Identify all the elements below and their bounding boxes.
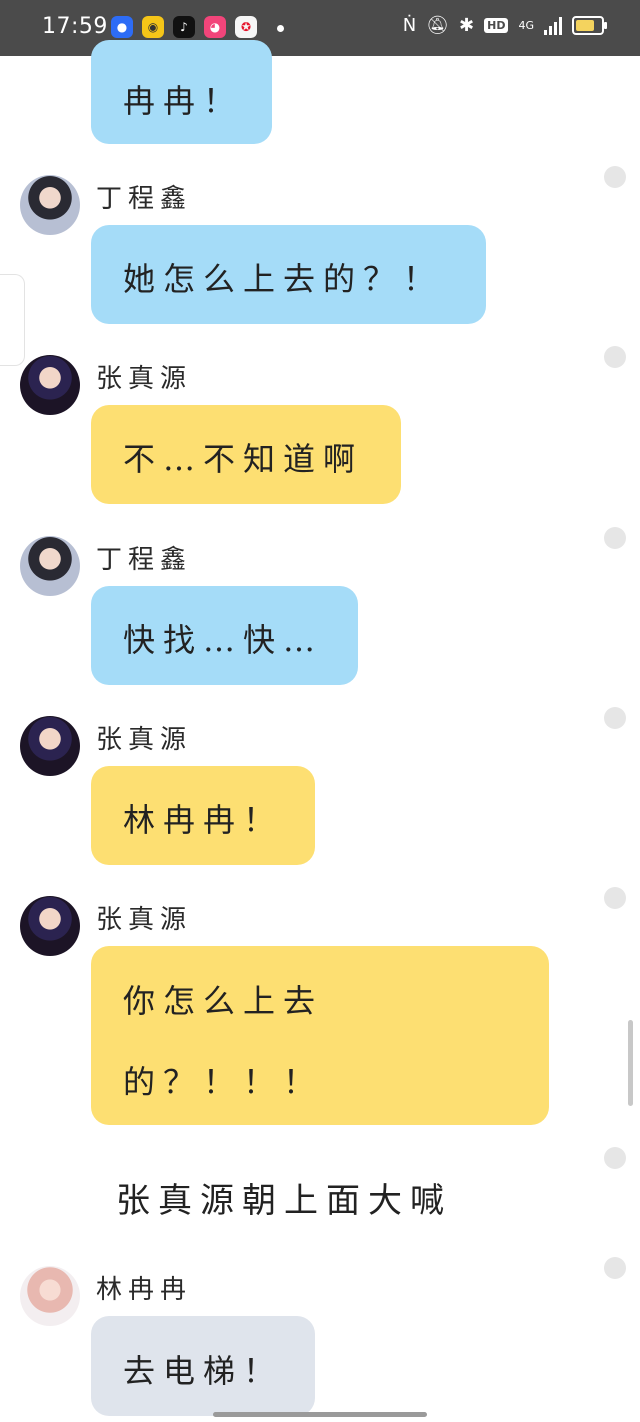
speaker-name: 张真源 — [96, 725, 193, 755]
bluetooth-icon: ✱ — [459, 15, 475, 36]
scrollbar[interactable] — [628, 1020, 633, 1106]
message-bubble: 你怎么上去 的？！！！ — [91, 946, 549, 1125]
message-text: 冉冉！ — [123, 82, 244, 120]
side-drawer-handle[interactable] — [0, 274, 25, 366]
select-radio[interactable] — [604, 887, 626, 909]
weibo-app-icon: ✪ — [235, 16, 257, 38]
speaker-name: 张真源 — [96, 364, 193, 394]
avatar-zhangzhenyuan — [20, 716, 80, 776]
avatar-zhangzhenyuan — [20, 896, 80, 956]
home-indicator[interactable] — [213, 1412, 427, 1417]
message-text: 去电梯！ — [123, 1352, 284, 1390]
more-notifications-dot-icon — [277, 25, 284, 32]
message-bubble: 她怎么上去的？！ — [91, 225, 486, 324]
message-bubble: 林冉冉！ — [91, 766, 315, 865]
mute-icon: 🔕︎ — [426, 15, 450, 36]
message-text: 不…不知道啊 — [123, 440, 364, 478]
tiktok-app-icon: ♪ — [173, 16, 195, 38]
avatar-linranran — [20, 1266, 80, 1326]
avatar-dingchengxin — [20, 536, 80, 596]
select-radio[interactable] — [604, 1257, 626, 1279]
select-radio[interactable] — [604, 527, 626, 549]
speaker-name: 林冉冉 — [96, 1275, 193, 1305]
message-text-line1: 你怎么上去 — [123, 982, 324, 1020]
select-radio[interactable] — [604, 346, 626, 368]
select-radio[interactable] — [604, 707, 626, 729]
avatar-dingchengxin — [20, 175, 80, 235]
battery-icon — [572, 16, 607, 35]
message-text: 她怎么上去的？！ — [123, 260, 444, 298]
message-bubble: 去电梯！ — [91, 1316, 315, 1416]
ofo-app-icon: ◉ — [142, 16, 164, 38]
speaker-name: 张真源 — [96, 905, 193, 935]
message-text-line2: 的？！！！ — [123, 1063, 324, 1101]
narration-text: 张真源朝上面大喊 — [116, 1181, 452, 1221]
notification-apps: ● ◉ ♪ ◕ ✪ — [111, 16, 257, 38]
nfc-icon: Ṅ — [402, 15, 417, 36]
speaker-name: 丁程鑫 — [96, 545, 193, 575]
status-time: 17:59 — [42, 14, 108, 39]
baidu-map-app-icon: ● — [111, 16, 133, 38]
select-radio[interactable] — [604, 1147, 626, 1169]
speaker-name: 丁程鑫 — [96, 184, 193, 214]
select-radio[interactable] — [604, 166, 626, 188]
message-bubble: 不…不知道啊 — [91, 405, 401, 504]
message-text: 林冉冉！ — [123, 801, 284, 839]
network-type: 4G — [518, 19, 534, 32]
message-bubble: 快找…快… — [91, 586, 358, 685]
hd-badge: HD — [484, 18, 509, 33]
shop-app-icon: ◕ — [204, 16, 226, 38]
message-bubble: 冉冉！ — [91, 40, 272, 144]
message-text: 快找…快… — [123, 621, 324, 659]
signal-icon — [544, 16, 562, 35]
status-icons: Ṅ 🔕︎ ✱ HD 4G — [402, 15, 607, 36]
avatar-zhangzhenyuan — [20, 355, 80, 415]
